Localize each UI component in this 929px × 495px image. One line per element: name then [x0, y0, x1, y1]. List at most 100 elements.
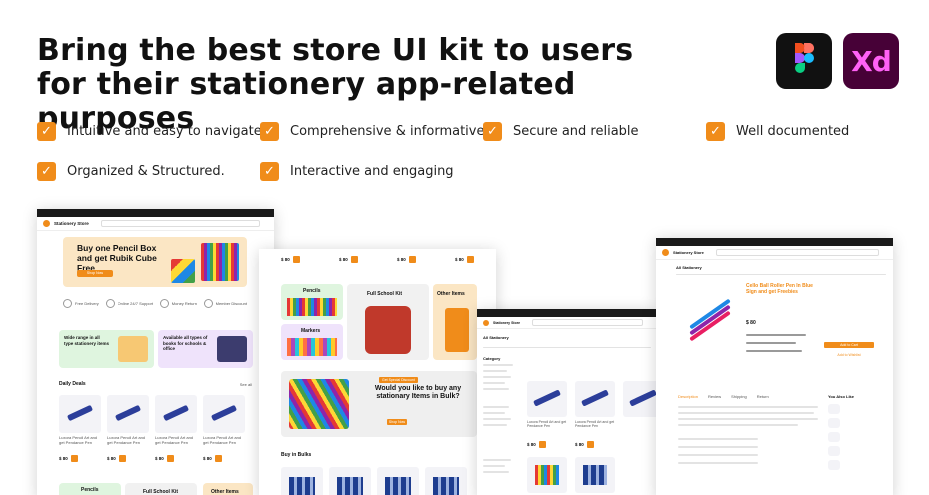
- category-tile-markers[interactable]: Markers: [281, 324, 343, 360]
- support-icon: [105, 299, 115, 308]
- store-logo-icon: [662, 249, 669, 256]
- promo-card-stationery[interactable]: Wide range in all type stationery items: [59, 330, 154, 368]
- add-icon[interactable]: [538, 441, 546, 448]
- product-image[interactable]: [575, 381, 615, 417]
- add-icon[interactable]: [292, 256, 300, 263]
- school-bag-image: [365, 306, 411, 354]
- promo-card-books[interactable]: Available all types of books for schools…: [158, 330, 253, 368]
- product-name: Luxora Pencil Art and get Pendance Pen: [527, 420, 567, 428]
- search-input[interactable]: [100, 220, 260, 227]
- product-main-image[interactable]: [678, 292, 740, 352]
- divider: [676, 274, 886, 275]
- category-tile-other[interactable]: Other Items: [433, 284, 477, 360]
- price: $ 80: [107, 456, 116, 461]
- category-tile-kit[interactable]: Full School Kit: [125, 483, 197, 495]
- tab-return[interactable]: Return: [757, 394, 769, 399]
- related-product-thumb[interactable]: [828, 404, 840, 414]
- product-image[interactable]: [527, 381, 567, 417]
- navbar: Stationery Store: [37, 217, 274, 231]
- tab-review[interactable]: Review: [708, 394, 721, 399]
- price: $ 80: [455, 257, 464, 262]
- spec-table-row: [678, 438, 758, 440]
- category-tile-other[interactable]: Other Items: [203, 483, 253, 495]
- check-icon: ✓: [260, 121, 279, 141]
- service-item: Member Discount: [203, 299, 247, 308]
- add-to-cart-button[interactable]: Add to Cart: [824, 342, 874, 348]
- product-image[interactable]: [527, 457, 567, 493]
- product-image[interactable]: [575, 457, 615, 493]
- add-to-wishlist-button[interactable]: Add to Wishlist: [824, 352, 874, 358]
- add-icon[interactable]: [586, 441, 594, 448]
- listing-screen-mockup: Stationery Store All Stationery Category…: [477, 309, 657, 495]
- markers-image: [385, 477, 411, 495]
- markers-image: [535, 465, 559, 485]
- product-image[interactable]: [59, 395, 101, 433]
- service-label: Member Discount: [215, 301, 247, 306]
- product-image[interactable]: [425, 467, 467, 495]
- category-nav-label[interactable]: All Stationery: [483, 335, 509, 340]
- product-image[interactable]: [377, 467, 419, 495]
- product-image[interactable]: [329, 467, 371, 495]
- pen-image: [629, 389, 657, 407]
- add-icon[interactable]: [408, 256, 416, 263]
- service-item: Money Return: [159, 299, 197, 308]
- see-all-link[interactable]: See all: [240, 382, 252, 387]
- stationery-image: [118, 336, 148, 362]
- service-item: Free Delivery: [63, 299, 99, 308]
- product-image[interactable]: [623, 381, 657, 417]
- price: $ 80: [339, 257, 348, 262]
- related-product-thumb[interactable]: [828, 418, 840, 428]
- add-icon[interactable]: [466, 256, 474, 263]
- pen-image: [66, 404, 94, 422]
- related-product-thumb[interactable]: [828, 432, 840, 442]
- add-icon[interactable]: [118, 455, 126, 462]
- search-input[interactable]: [715, 249, 879, 256]
- category-tile-kit[interactable]: Full School Kit: [347, 284, 429, 360]
- promo-title: Wide range in all type stationery items: [64, 335, 110, 346]
- tile-label: Markers: [301, 328, 321, 334]
- filter-option: [483, 382, 505, 384]
- product-title: Cello Ball Roller Pen In Blue Sign and g…: [746, 283, 813, 295]
- related-product-thumb[interactable]: [828, 460, 840, 470]
- bulk-banner[interactable]: Get Special Discount Would you like to b…: [281, 371, 477, 437]
- feature-label: Comprehensive & informative: [290, 123, 485, 139]
- tab-shipping[interactable]: Shipping: [731, 394, 747, 399]
- filter-option: [483, 376, 511, 378]
- hero-banner[interactable]: Buy one Pencil Box and get Rubik Cube Fr…: [63, 237, 247, 287]
- add-icon[interactable]: [166, 455, 174, 462]
- product-image[interactable]: [203, 395, 245, 433]
- announcement-bar: [656, 238, 893, 246]
- hero-cta-button[interactable]: Shop Now: [77, 270, 113, 277]
- price-row: $ 80: [397, 256, 416, 263]
- feature-item: ✓ Intuitive and easy to navigate: [37, 121, 262, 141]
- books-image: [217, 336, 247, 362]
- add-icon[interactable]: [70, 455, 78, 462]
- navbar: Stationery Store: [477, 317, 657, 329]
- product-image[interactable]: [107, 395, 149, 433]
- filter-option: [483, 406, 509, 408]
- store-name: Stationery Store: [673, 250, 704, 255]
- pen-image: [689, 304, 731, 336]
- markers-image: [289, 477, 315, 495]
- add-icon[interactable]: [214, 455, 222, 462]
- service-label: Money Return: [171, 301, 197, 306]
- store-name: Stationery Store: [493, 320, 521, 325]
- tab-description[interactable]: Description: [678, 394, 698, 399]
- product-image[interactable]: [155, 395, 197, 433]
- product-image[interactable]: [281, 467, 323, 495]
- spec-line: [746, 350, 802, 352]
- pen-image: [581, 389, 609, 407]
- related-product-thumb[interactable]: [828, 446, 840, 456]
- bulk-cta-button[interactable]: Shop Now: [387, 419, 407, 425]
- money-return-icon: [159, 299, 169, 308]
- filter-option: [483, 364, 513, 366]
- add-icon[interactable]: [350, 256, 358, 263]
- search-input[interactable]: [532, 319, 643, 326]
- pencil-box-image: [201, 243, 239, 281]
- description-line: [678, 418, 818, 420]
- category-tile-pencils[interactable]: Pencils: [59, 483, 121, 495]
- price: $ 80: [575, 442, 584, 447]
- category-tile-pencils[interactable]: Pencils: [281, 284, 343, 320]
- category-nav-label[interactable]: All Stationery: [676, 265, 702, 270]
- feature-label: Organized & Structured.: [67, 163, 225, 179]
